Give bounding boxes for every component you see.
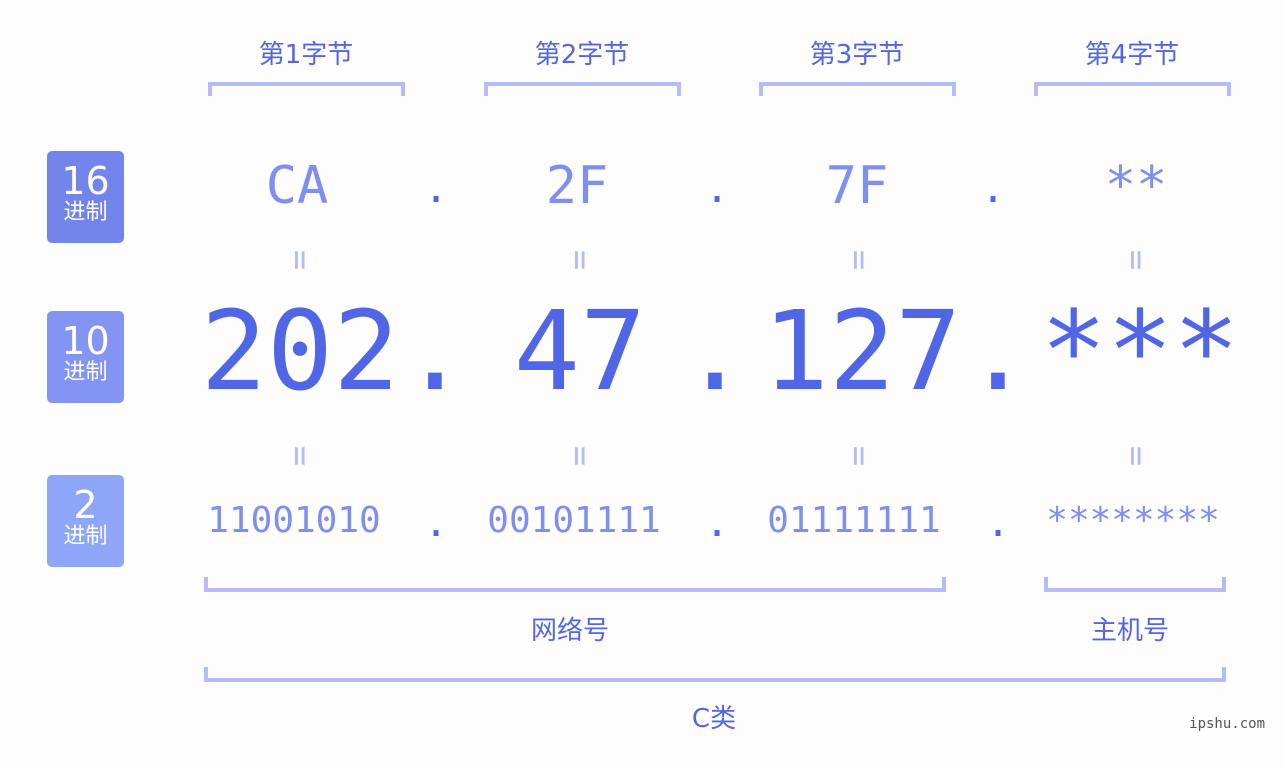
byte-label-2: 第2字节 [534,40,630,70]
host-bracket [1044,577,1226,592]
equals-sign: = [1116,445,1156,467]
host-label: 主机号 [1090,616,1169,646]
badge-hex-label: 进制 [63,200,108,225]
bin-byte-3: 01111111 [767,500,941,541]
network-bracket [204,577,946,592]
badge-bin-number: 2 [73,483,98,527]
equals-sign: = [560,249,600,271]
equals-sign: = [839,445,879,467]
equals-sign: = [560,445,600,467]
badge-bin: 2 进制 [47,475,124,567]
badge-dec-number: 10 [61,319,110,363]
byte-bracket-3 [759,82,956,96]
dec-separator: . [681,287,749,415]
byte-label-1: 第1字节 [258,40,354,70]
hex-byte-1: CA [265,156,329,216]
equals-sign: = [1116,249,1156,271]
bin-byte-1: 11001010 [207,500,381,541]
bin-separator: . [424,500,449,546]
byte-bracket-2 [484,82,681,96]
equals-sign: = [280,249,320,271]
badge-bin-label: 进制 [63,524,108,549]
hex-byte-3: 7F [825,156,889,216]
dec-separator: . [401,287,469,415]
bin-byte-4: ******** [1046,500,1220,541]
dec-byte-4: *** [1040,287,1240,415]
byte-bracket-4 [1034,82,1231,96]
hex-byte-4: ** [1104,156,1168,216]
dec-byte-2: 47 [513,287,647,415]
badge-dec: 10 进制 [47,311,124,403]
hex-byte-2: 2F [545,156,609,216]
badge-hex: 16 进制 [47,151,124,243]
hex-separator: . [705,166,730,212]
bin-separator: . [705,500,730,546]
class-label: C类 [691,704,737,734]
badge-hex-number: 16 [61,159,110,203]
bin-byte-2: 00101111 [487,500,661,541]
dec-byte-1: 202 [200,287,400,415]
byte-label-3: 第3字节 [809,40,905,70]
network-label: 网络号 [530,616,609,646]
dec-byte-3: 127 [762,287,962,415]
bin-separator: . [986,500,1011,546]
dec-separator: . [964,287,1032,415]
byte-label-4: 第4字节 [1084,40,1180,70]
badge-dec-label: 进制 [63,360,108,385]
watermark: ipshu.com [1189,716,1265,732]
byte-bracket-1 [208,82,405,96]
equals-sign: = [280,445,320,467]
hex-separator: . [981,166,1006,212]
equals-sign: = [839,249,879,271]
hex-separator: . [424,166,449,212]
class-bracket [204,667,1226,682]
